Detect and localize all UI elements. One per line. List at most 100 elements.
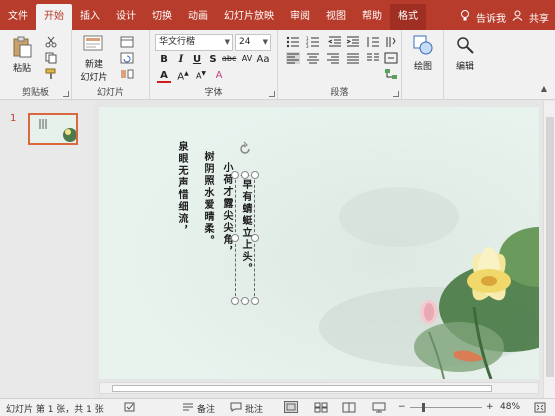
editing-button[interactable]: 编辑 (451, 34, 479, 72)
ribbon-tab-bar: 文件 开始 插入 设计 切换 动画 幻灯片放映 审阅 视图 帮助 格式 告诉我 … (0, 0, 555, 30)
format-painter-icon[interactable] (44, 68, 58, 80)
clipboard-launcher-icon[interactable] (63, 91, 69, 97)
zoom-out-button[interactable]: − (398, 402, 406, 412)
text-direction-icon[interactable] (384, 36, 398, 48)
section-icon[interactable] (120, 68, 134, 80)
font-name-value: 华文行楷 (159, 37, 196, 47)
shapes-icon (413, 35, 433, 55)
resize-handle-top[interactable] (241, 171, 249, 179)
reading-view-icon[interactable] (342, 402, 356, 416)
resize-handle-bottom-left[interactable] (231, 297, 239, 305)
horizontal-scroll-thumb[interactable] (112, 385, 492, 392)
tab-slideshow[interactable]: 幻灯片放映 (216, 4, 282, 30)
font-size-value: 24 (239, 37, 251, 47)
layout-icon[interactable] (120, 36, 134, 48)
reset-icon[interactable] (120, 52, 134, 64)
resize-handle-right[interactable] (251, 234, 259, 242)
resize-handle-top-left[interactable] (231, 171, 239, 179)
tab-help[interactable]: 帮助 (354, 4, 390, 30)
poem-line-2: 树阴照水爱晴柔。 (202, 151, 213, 247)
resize-handle-bottom-right[interactable] (251, 297, 259, 305)
underline-button[interactable]: U (190, 54, 204, 65)
tab-home[interactable]: 开始 (36, 4, 72, 30)
thumbnail-number: 1 (10, 113, 17, 124)
clear-format-button[interactable]: A (212, 70, 226, 81)
increase-indent-icon[interactable] (346, 36, 360, 48)
smartart-icon[interactable] (384, 68, 398, 80)
line-spacing-icon[interactable] (366, 36, 380, 48)
tab-transitions[interactable]: 切换 (144, 4, 180, 30)
font-size-select[interactable]: 24 ▼ (235, 34, 271, 51)
numbering-icon[interactable]: 123 (306, 36, 320, 48)
align-right-icon[interactable] (326, 52, 340, 64)
tab-review[interactable]: 审阅 (282, 4, 318, 30)
resize-handle-left[interactable] (231, 234, 239, 242)
font-name-select[interactable]: 华文行楷 ▼ (155, 34, 233, 51)
slide[interactable]: 泉眼无声惜细流， 树阴照水爱晴柔。 小荷才露尖尖角， 早有蜻蜓立上头。 (99, 107, 539, 379)
svg-text:3: 3 (306, 44, 309, 48)
cut-icon[interactable] (44, 36, 58, 48)
zoom-level[interactable]: 48% (500, 402, 520, 412)
slideshow-icon[interactable] (372, 402, 386, 416)
tab-design[interactable]: 设计 (108, 4, 144, 30)
comments-button[interactable]: 批注 (245, 402, 263, 415)
zoom-slider-thumb[interactable] (422, 403, 425, 412)
align-text-icon[interactable] (384, 52, 398, 64)
share-button[interactable]: 共享 (529, 10, 549, 25)
tab-file[interactable]: 文件 (0, 4, 36, 30)
font-group-label: 字体 (204, 88, 223, 98)
change-case-button[interactable]: Aa (256, 54, 270, 65)
tell-me-search[interactable]: 告诉我 (476, 10, 506, 25)
tab-view[interactable]: 视图 (318, 4, 354, 30)
increase-font-button[interactable]: A▲ (176, 70, 190, 82)
share-icon[interactable] (512, 10, 523, 24)
shadow-button[interactable]: S (206, 54, 220, 65)
spellcheck-icon[interactable] (124, 402, 136, 416)
group-drawing: 绘图 (402, 30, 444, 100)
bold-button[interactable]: B (157, 54, 171, 65)
horizontal-scrollbar[interactable] (99, 382, 539, 394)
columns-icon[interactable] (366, 52, 380, 64)
strikethrough-button[interactable]: abc (222, 54, 236, 63)
lotus-background-image (99, 107, 539, 379)
lightbulb-icon[interactable] (460, 9, 470, 25)
decrease-font-button[interactable]: A▼ (194, 70, 208, 81)
tab-format[interactable]: 格式 (390, 4, 426, 30)
drawing-button[interactable]: 绘图 (409, 34, 437, 72)
copy-icon[interactable] (44, 52, 58, 64)
search-icon (457, 37, 474, 54)
resize-handle-bottom[interactable] (241, 297, 249, 305)
paste-button[interactable]: 粘贴 (8, 36, 36, 74)
notes-button[interactable]: 备注 (197, 402, 215, 415)
status-bar: 幻灯片 第 1 张，共 1 张 备注 批注 − + 48% (0, 398, 555, 416)
slide-thumbnail-1[interactable] (28, 113, 78, 145)
new-slide-button[interactable]: 新建 幻灯片 (78, 34, 110, 83)
vertical-scroll-thumb[interactable] (546, 117, 554, 377)
decrease-indent-icon[interactable] (328, 36, 342, 48)
font-launcher-icon[interactable] (269, 91, 275, 97)
zoom-in-button[interactable]: + (486, 402, 494, 412)
slide-sorter-icon[interactable] (314, 402, 328, 416)
notes-icon[interactable] (182, 402, 194, 415)
normal-view-icon[interactable] (284, 401, 298, 416)
tab-insert[interactable]: 插入 (72, 4, 108, 30)
char-spacing-button[interactable]: AV (240, 54, 254, 63)
justify-icon[interactable] (346, 52, 360, 64)
rotate-handle-icon[interactable] (237, 141, 253, 157)
comments-icon[interactable] (230, 402, 242, 415)
align-center-icon[interactable] (306, 52, 320, 64)
slides-group-label: 幻灯片 (96, 88, 124, 98)
italic-button[interactable]: I (174, 54, 188, 65)
vertical-scrollbar[interactable] (543, 101, 555, 398)
bullets-icon[interactable] (286, 36, 300, 48)
tab-animations[interactable]: 动画 (180, 4, 216, 30)
align-left-icon[interactable] (286, 52, 300, 64)
collapse-ribbon-icon[interactable]: ▲ (541, 84, 547, 93)
zoom-slider[interactable] (410, 407, 482, 408)
font-color-button[interactable]: A (157, 70, 171, 83)
fit-slide-icon[interactable] (534, 402, 546, 416)
group-clipboard: 粘贴 剪贴板 (0, 30, 72, 100)
paste-label: 粘贴 (12, 64, 31, 74)
paragraph-launcher-icon[interactable] (393, 91, 399, 97)
resize-handle-top-right[interactable] (251, 171, 259, 179)
